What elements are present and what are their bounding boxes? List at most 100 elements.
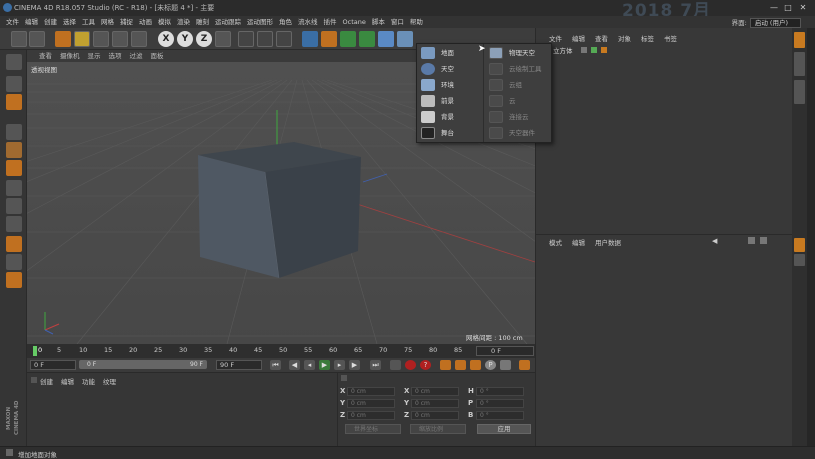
- timeline-window-icon[interactable]: [519, 360, 530, 370]
- close-button[interactable]: ✕: [797, 2, 809, 13]
- rotate-key-icon[interactable]: [470, 360, 481, 370]
- goto-start-icon[interactable]: ⏮: [270, 360, 281, 370]
- om-menu-view[interactable]: 查看: [595, 35, 608, 43]
- move-key-icon[interactable]: [440, 360, 451, 370]
- model-mode-icon[interactable]: [6, 76, 22, 92]
- menu-character[interactable]: 角色: [279, 16, 292, 28]
- phong-tag-icon[interactable]: [600, 47, 607, 53]
- content-browser-tab[interactable]: [794, 52, 805, 76]
- menu-item-foreground[interactable]: 前景: [417, 93, 483, 109]
- minimize-button[interactable]: —: [768, 2, 780, 13]
- menu-item-stage[interactable]: 舞台: [417, 125, 483, 141]
- menu-tools[interactable]: 工具: [82, 16, 95, 28]
- menu-edit[interactable]: 编辑: [25, 16, 38, 28]
- menu-file[interactable]: 文件: [6, 16, 19, 28]
- render-picture-viewer-icon[interactable]: [257, 31, 273, 47]
- vp-menu-camera[interactable]: 摄像机: [60, 50, 80, 62]
- rotation-p-field[interactable]: 0 °: [476, 399, 524, 408]
- menu-item-physical-sky[interactable]: 物理天空: [485, 45, 551, 61]
- object-row-cube[interactable]: 立方体: [553, 45, 607, 55]
- position-x-field[interactable]: 0 cm: [347, 387, 395, 396]
- keyframe-icon[interactable]: [390, 360, 401, 370]
- attributes-tab[interactable]: [794, 238, 805, 252]
- menu-item-cloud[interactable]: 云: [485, 93, 551, 109]
- menu-animate[interactable]: 动画: [139, 16, 152, 28]
- auto-key-icon[interactable]: ?: [420, 360, 431, 370]
- size-z-field[interactable]: 0 cm: [411, 411, 459, 420]
- coordinate-mode-dropdown[interactable]: 世界坐标: [345, 424, 401, 434]
- frame-range-slider[interactable]: 0 F 90 F: [79, 360, 207, 369]
- vp-menu-view[interactable]: 查看: [39, 50, 52, 62]
- playhead[interactable]: [33, 346, 37, 356]
- menu-script[interactable]: 脚本: [372, 16, 385, 28]
- vp-menu-options[interactable]: 选项: [109, 50, 122, 62]
- apply-button[interactable]: 应用: [477, 424, 531, 434]
- om-menu-tags[interactable]: 标签: [641, 35, 654, 43]
- menu-sculpt[interactable]: 雕刻: [196, 16, 209, 28]
- new-panel-icon[interactable]: [760, 237, 767, 244]
- menu-item-sky[interactable]: 天空: [417, 61, 483, 77]
- pen-icon[interactable]: [321, 31, 337, 47]
- render-view-icon[interactable]: [238, 31, 254, 47]
- floor-toolbar-icon[interactable]: [397, 31, 413, 47]
- next-key-icon[interactable]: ▶: [349, 360, 360, 370]
- menu-item-floor[interactable]: 地面: [417, 45, 483, 61]
- menu-mesh[interactable]: 网格: [101, 16, 114, 28]
- menu-render[interactable]: 渲染: [177, 16, 190, 28]
- menu-plugins[interactable]: 插件: [324, 16, 337, 28]
- vp-menu-filter[interactable]: 过滤: [130, 50, 143, 62]
- current-frame-field[interactable]: 0 F: [476, 346, 534, 356]
- mat-menu-create[interactable]: 创建: [40, 378, 53, 386]
- workplane-icon[interactable]: [6, 236, 22, 252]
- goto-end-icon[interactable]: ⏭: [370, 360, 381, 370]
- om-menu-bookmarks[interactable]: 书签: [664, 35, 677, 43]
- prev-frame-icon[interactable]: ◂: [304, 360, 315, 370]
- z-axis-button[interactable]: Z: [196, 31, 212, 47]
- deformer-icon[interactable]: [378, 31, 394, 47]
- redo-icon[interactable]: [29, 31, 45, 47]
- coordinate-system-icon[interactable]: [215, 31, 231, 47]
- start-frame-field[interactable]: 0 F: [30, 360, 76, 370]
- render-settings-icon[interactable]: [276, 31, 292, 47]
- param-key-icon[interactable]: P: [485, 360, 496, 370]
- menu-mograph[interactable]: 运动图形: [247, 16, 273, 28]
- menu-octane[interactable]: Octane: [343, 16, 366, 28]
- array-icon[interactable]: [359, 31, 375, 47]
- enabled-check-icon[interactable]: [590, 47, 597, 53]
- x-axis-button[interactable]: X: [158, 31, 174, 47]
- pla-key-icon[interactable]: [500, 360, 511, 370]
- menu-snap[interactable]: 捕捉: [120, 16, 133, 28]
- mat-menu-function[interactable]: 功能: [82, 378, 95, 386]
- y-axis-button[interactable]: Y: [177, 31, 193, 47]
- menu-item-cloud-tool[interactable]: 云绘制工具: [485, 61, 551, 77]
- scale-icon[interactable]: [93, 31, 109, 47]
- position-y-field[interactable]: 0 cm: [347, 399, 395, 408]
- play-icon[interactable]: ▶: [319, 360, 330, 370]
- vp-menu-display[interactable]: 显示: [88, 50, 101, 62]
- objects-tab[interactable]: [794, 32, 805, 48]
- vp-menu-panel[interactable]: 面板: [151, 50, 164, 62]
- rotation-h-field[interactable]: 0 °: [476, 387, 524, 396]
- menu-item-environment[interactable]: 环境: [417, 77, 483, 93]
- mat-menu-texture[interactable]: 纹理: [103, 378, 116, 386]
- rotation-b-field[interactable]: 0 °: [476, 411, 524, 420]
- size-mode-dropdown[interactable]: 缩放比例: [410, 424, 466, 434]
- next-frame-icon[interactable]: ▸: [334, 360, 345, 370]
- subdivision-icon[interactable]: [340, 31, 356, 47]
- size-x-field[interactable]: 0 cm: [411, 387, 459, 396]
- am-menu-userdata[interactable]: 用户数据: [595, 239, 621, 247]
- cube-object[interactable]: [198, 142, 361, 279]
- menu-item-background[interactable]: 背景: [417, 109, 483, 125]
- prev-key-icon[interactable]: ◀: [289, 360, 300, 370]
- make-editable-icon[interactable]: [6, 54, 22, 70]
- quantize-icon[interactable]: [6, 254, 22, 270]
- select-arrow-icon[interactable]: [55, 31, 71, 47]
- menu-item-connect-cloud[interactable]: 连接云: [485, 109, 551, 125]
- mat-menu-edit[interactable]: 编辑: [61, 378, 74, 386]
- move-icon[interactable]: [74, 31, 90, 47]
- menu-item-sky-tool[interactable]: 天空器件: [485, 125, 551, 141]
- recent-tool-icon[interactable]: [131, 31, 147, 47]
- menu-simulate[interactable]: 模拟: [158, 16, 171, 28]
- am-menu-edit[interactable]: 编辑: [572, 239, 585, 247]
- polygons-mode-icon[interactable]: [6, 160, 22, 176]
